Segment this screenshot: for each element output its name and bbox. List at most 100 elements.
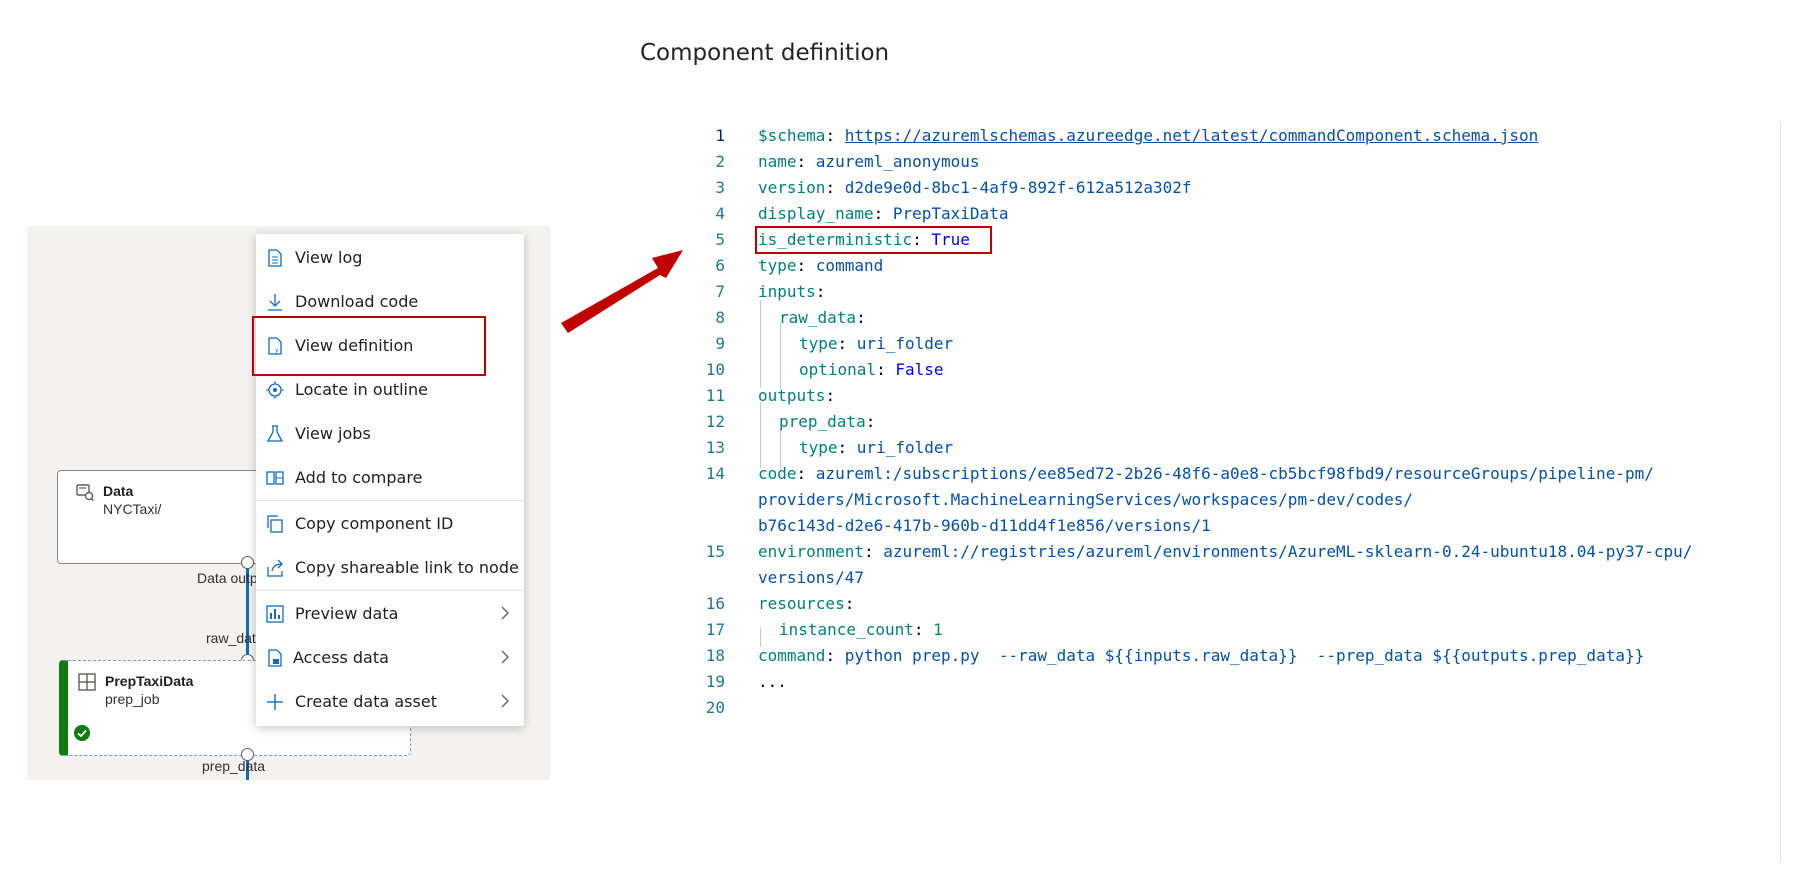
node-context-menu: View log Download code y View definition… [256,234,524,726]
yaml-key: environment [758,542,864,561]
indent-guide [780,428,781,468]
yaml-value: azureml_anonymous [815,152,980,171]
line-number: 10 [705,360,725,379]
yaml-key: optional [799,360,877,379]
flask-icon [266,425,284,442]
line-number: 3 [715,178,725,197]
yaml-key: type [799,334,838,353]
success-check-icon [74,725,90,741]
copy-icon [267,515,283,533]
menu-item-copy-component-id[interactable]: Copy component ID [256,504,524,544]
yaml-key: prep_data [779,412,866,431]
chevron-right-icon [501,650,509,664]
line-number: 19 [705,672,725,691]
indent-guide [760,300,761,388]
yaml-value: command [815,256,884,275]
editor-scrollbar-edge [1780,122,1781,862]
document-lock-icon [268,649,282,667]
menu-item-label: View jobs [295,424,371,443]
menu-item-label: Preview data [295,604,399,623]
menu-item-add-to-compare[interactable]: Add to compare [256,458,524,498]
yaml-key: type [758,256,797,275]
line-number: 13 [705,438,725,457]
line-number: 16 [705,594,725,613]
line-number: 14 [705,464,725,483]
is-deterministic-highlight [755,226,992,254]
yaml-value: versions/47 [758,568,864,587]
yaml-key: inputs [758,282,816,301]
share-icon [267,559,283,577]
yaml-key: raw_data [779,308,857,327]
line-number: 9 [715,334,725,353]
menu-item-access-data[interactable]: Access data [256,638,524,678]
view-definition-highlight [252,316,486,376]
chevron-right-icon [501,694,509,708]
page-title: Component definition [640,40,890,66]
locate-icon [266,381,284,399]
menu-item-locate-in-outline[interactable]: Locate in outline [256,370,524,410]
indent-guide [760,402,761,468]
menu-item-label: Locate in outline [295,380,428,399]
menu-item-create-data-asset[interactable]: Create data asset [256,682,524,722]
yaml-value: PrepTaxiData [892,204,1009,223]
menu-item-preview-data[interactable]: Preview data [256,594,524,634]
yaml-key: display_name [758,204,874,223]
yaml-key: version [758,178,826,197]
schema-link[interactable]: https://azuremlschemas.azureedge.net/lat… [845,126,1539,145]
menu-separator [256,590,524,591]
yaml-key: type [799,438,838,457]
component-grid-icon [78,673,96,691]
menu-item-view-jobs[interactable]: View jobs [256,414,524,454]
yaml-value: d2de9e0d-8bc1-4af9-892f-612a512a302f [844,178,1192,197]
prep-node-name: PrepTaxiData [105,673,194,689]
line-number: 12 [705,412,725,431]
line-number: 5 [715,230,725,249]
compare-icon [266,471,284,485]
line-number: 2 [715,152,725,171]
menu-item-label: View log [295,248,363,267]
menu-item-copy-shareable-link[interactable]: Copy shareable link to node [256,548,524,588]
yaml-key: name [758,152,797,171]
menu-item-label: Add to compare [295,468,423,487]
document-lines-icon [268,249,282,267]
data-node-name: Data [103,483,134,499]
data-node-path: NYCTaxi/ [103,501,162,517]
yaml-value: azureml://registries/azureml/environment… [883,542,1693,561]
line-number: 6 [715,256,725,275]
raw-data-input-label: raw_data [206,630,264,646]
yaml-value: 1 [933,620,943,639]
yaml-ellipsis: ... [758,672,787,691]
line-number: 18 [705,646,725,665]
yaml-value: python prep.py --raw_data ${{inputs.raw_… [844,646,1645,665]
line-number: 15 [705,542,725,561]
yaml-boolean: False [895,360,944,379]
prep-node-job-name: prep_job [105,691,160,707]
plus-icon [267,694,283,710]
yaml-key: outputs [758,386,826,405]
line-number: 20 [705,698,725,717]
yaml-key: command [758,646,826,665]
yaml-value: b76c143d-d2e6-417b-960b-d11dd4f1e856/ver… [758,516,1211,535]
red-arrow [561,250,683,333]
line-number: 4 [715,204,725,223]
indent-guide [780,322,781,388]
yaml-key: code [758,464,797,483]
menu-item-view-log[interactable]: View log [256,238,524,278]
line-number: 7 [715,282,725,301]
yaml-value: uri_folder [856,334,954,353]
line-number: 8 [715,308,725,327]
yaml-key: instance_count [779,620,914,639]
yaml-value: azureml:/subscriptions/ee85ed72-2b26-48f… [815,464,1654,483]
download-icon [268,294,282,311]
prep-data-output-label: prep_data [202,758,266,774]
menu-separator [256,500,524,501]
chevron-right-icon [501,606,509,620]
chart-icon [266,605,284,623]
line-number: 11 [705,386,725,405]
yaml-key: resources [758,594,845,613]
menu-item-label: Create data asset [295,692,437,711]
line-number: 17 [705,620,725,639]
yaml-value: uri_folder [856,438,954,457]
menu-item-label: Access data [293,648,389,667]
dataset-icon [76,484,94,501]
